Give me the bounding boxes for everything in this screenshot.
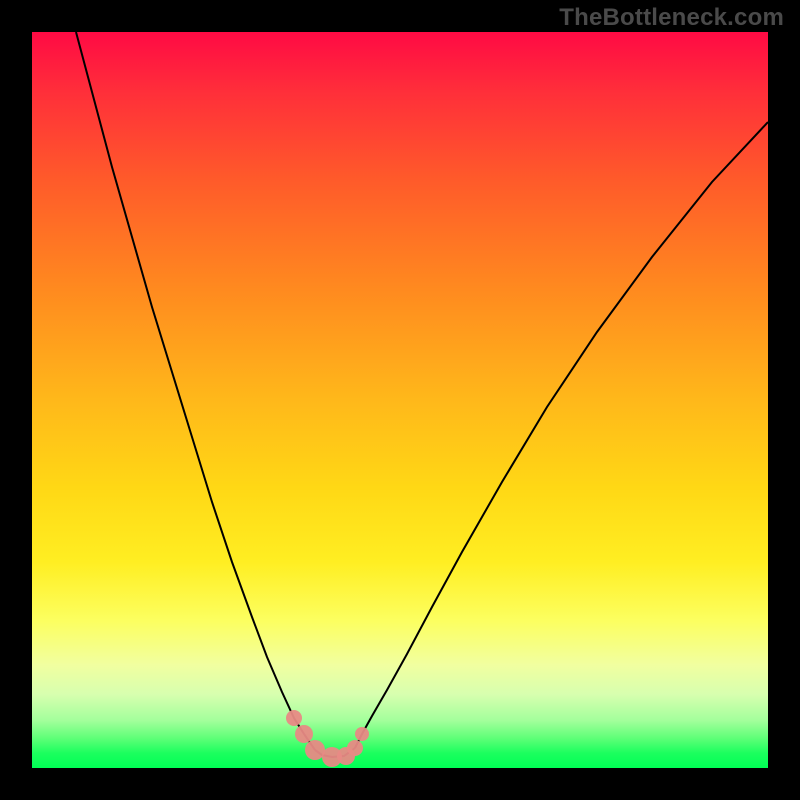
bead-marker bbox=[347, 740, 363, 756]
curve-left bbox=[76, 32, 315, 750]
watermark-text: TheBottleneck.com bbox=[559, 4, 784, 32]
valley-beads bbox=[286, 710, 369, 767]
bottleneck-curve bbox=[32, 32, 768, 768]
chart-area bbox=[32, 32, 768, 768]
bead-marker bbox=[286, 710, 302, 726]
curve-right bbox=[355, 122, 768, 748]
bead-marker bbox=[295, 725, 313, 743]
bead-marker bbox=[355, 727, 369, 741]
